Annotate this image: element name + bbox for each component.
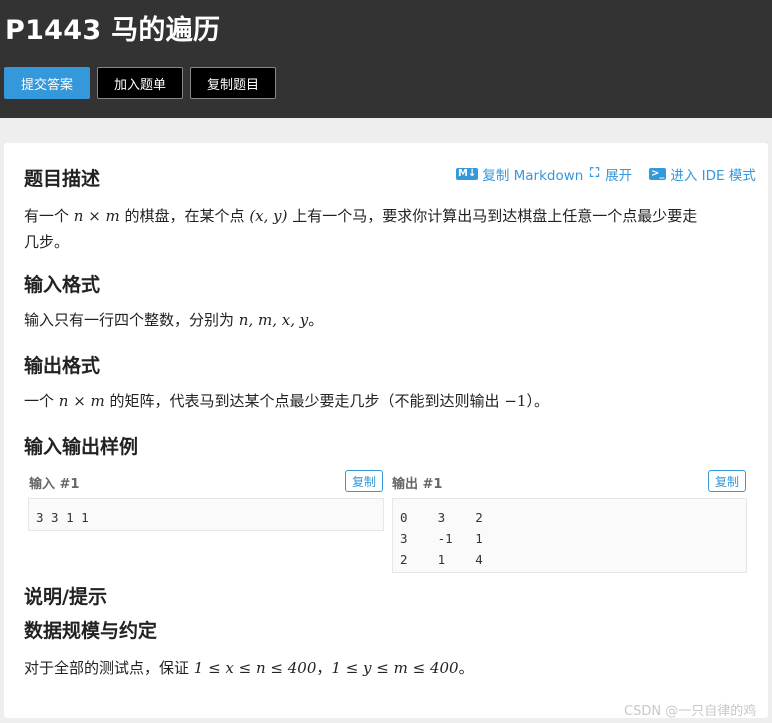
description-heading: 题目描述	[24, 168, 101, 190]
constraints-text: 对于全部的测试点，保证 1 ≤ x ≤ n ≤ 400，1 ≤ y ≤ m ≤ …	[24, 659, 474, 677]
page-title: P1443 马的遍历	[5, 15, 221, 46]
description-text: 有一个 n × m 的棋盘，在某个点 (x, y) 上有一个马，要求你计算出马到…	[24, 207, 698, 251]
constraints-heading: 数据规模与约定	[24, 620, 158, 642]
output-format-text: 一个 n × m 的矩阵，代表马到达某个点最少要走几步（不能到达则输出 −1）。	[24, 392, 549, 410]
problem-card: 题目描述 M↓ 复制 Markdown ⛶ 展开 >_ 进入 IDE 模式 有一…	[4, 143, 768, 718]
sample-output-label: 输出 #1	[392, 477, 443, 492]
copy-markdown-link[interactable]: M↓ 复制 Markdown	[456, 164, 583, 184]
samples-heading: 输入输出样例	[24, 436, 139, 458]
hint-heading: 说明/提示	[24, 586, 107, 608]
input-format-text: 输入只有一行四个整数，分别为 n, m, x, y。	[24, 311, 324, 329]
copy-output-button[interactable]: 复制	[708, 470, 746, 492]
add-to-list-button[interactable]: 加入题单	[97, 67, 183, 99]
markdown-icon: M↓	[456, 168, 479, 180]
input-format-heading: 输入格式	[24, 274, 101, 296]
watermark: CSDN @一只自律的鸡	[624, 704, 757, 719]
sample-output-box: 0 3 2 3 -1 1 2 1 4	[392, 498, 747, 573]
ide-mode-link[interactable]: >_ 进入 IDE 模式	[649, 164, 756, 184]
expand-icon: ⛶	[590, 166, 600, 181]
terminal-icon: >_	[649, 168, 667, 180]
copy-input-button[interactable]: 复制	[345, 470, 383, 492]
output-format-heading: 输出格式	[24, 355, 101, 377]
copy-markdown-label: 复制 Markdown	[482, 168, 584, 184]
header-bar: P1443 马的遍历 提交答案 加入题单 复制题目	[0, 0, 772, 118]
submit-answer-button[interactable]: 提交答案	[4, 67, 90, 99]
sample-input-label: 输入 #1	[29, 477, 80, 492]
sample-input-box: 3 3 1 1	[28, 498, 384, 531]
expand-label: 展开	[605, 168, 633, 184]
expand-link[interactable]: ⛶ 展开	[588, 164, 632, 184]
ide-mode-label: 进入 IDE 模式	[670, 168, 756, 184]
copy-problem-button[interactable]: 复制题目	[190, 67, 276, 99]
